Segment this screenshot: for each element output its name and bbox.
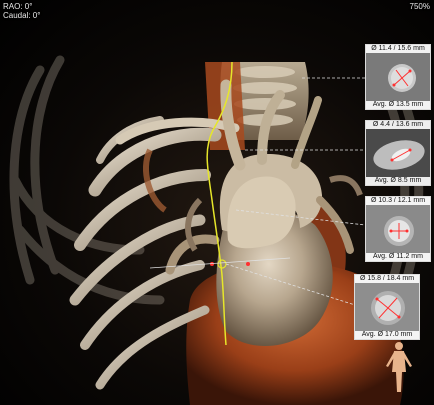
diameter-measurement: Ø 15.8 / 18.4 mm bbox=[355, 275, 419, 283]
average-diameter: Avg. Ø 8.5 mm bbox=[366, 177, 430, 185]
average-diameter: Avg. Ø 11.2 mm bbox=[366, 253, 430, 261]
average-diameter: Avg. Ø 13.5 mm bbox=[366, 101, 430, 109]
diameter-measurement: Ø 11.4 / 15.6 mm bbox=[366, 45, 430, 53]
diameter-measurement: Ø 10.3 / 12.1 mm bbox=[366, 197, 430, 205]
zoom-level: 750% bbox=[409, 2, 430, 11]
view-orientation-info: RAO: 0° Caudal: 0° bbox=[3, 2, 40, 20]
view-angle-rao: RAO: 0° bbox=[3, 2, 33, 11]
diameter-measurement: Ø 4.4 / 13.6 mm bbox=[366, 121, 430, 129]
view-angle-caudal: Caudal: 0° bbox=[3, 11, 41, 20]
3d-render-viewport[interactable]: RAO: 0° Caudal: 0° 750% Ø 11.4 / 15.6 mm… bbox=[0, 0, 434, 405]
cross-section-panel-4[interactable]: Ø 15.8 / 18.4 mm Avg. Ø 17.0 mm bbox=[354, 274, 420, 340]
average-diameter: Avg. Ø 17.0 mm bbox=[355, 331, 419, 339]
cross-section-panel-1[interactable]: Ø 11.4 / 15.6 mm Avg. Ø 13.5 mm bbox=[365, 44, 431, 110]
cross-section-panel-2[interactable]: Ø 4.4 / 13.6 mm Avg. Ø 8.5 mm bbox=[365, 120, 431, 186]
cross-section-panel-3[interactable]: Ø 10.3 / 12.1 mm Avg. Ø 11.2 mm bbox=[365, 196, 431, 262]
